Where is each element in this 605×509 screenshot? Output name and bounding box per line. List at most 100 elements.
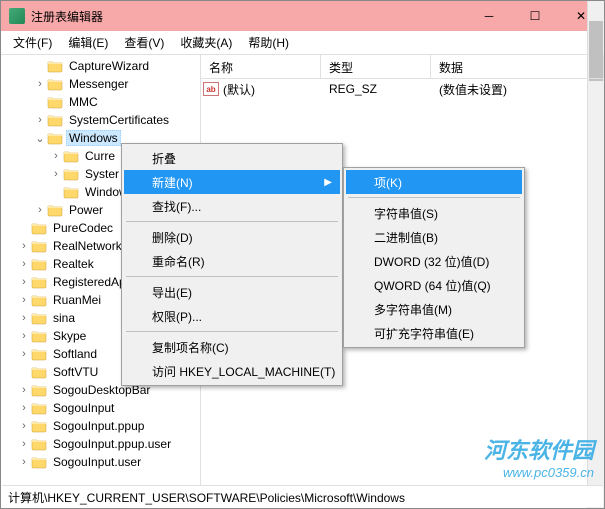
folder-icon (31, 293, 47, 307)
expand-icon[interactable]: › (33, 78, 47, 90)
folder-icon (63, 185, 79, 199)
expand-icon[interactable]: › (17, 330, 31, 342)
tree-item-label: SoftVTU (50, 364, 101, 380)
expand-icon[interactable]: › (17, 312, 31, 324)
menu-item[interactable]: 新建(N)▶ (124, 170, 340, 194)
tree-item-label: SogouInput (50, 400, 117, 416)
tree-item-label: Windows (66, 130, 121, 146)
expand-icon[interactable]: › (17, 258, 31, 270)
col-name[interactable]: 名称 (201, 55, 321, 78)
folder-icon (47, 203, 63, 217)
tree-item-label: Skype (50, 328, 89, 344)
statusbar: 计算机\HKEY_CURRENT_USER\SOFTWARE\Policies\… (2, 485, 603, 507)
menu-separator (126, 276, 338, 277)
folder-icon (47, 113, 63, 127)
value-type: REG_SZ (321, 82, 431, 96)
menu-item[interactable]: 重命名(R) (124, 249, 340, 273)
menu-item[interactable]: 可扩充字符串值(E) (346, 321, 522, 345)
expand-icon[interactable]: › (17, 420, 31, 432)
folder-icon (63, 149, 79, 163)
tree-item-label: Syster (82, 166, 122, 182)
tree-item-label: SogouInput.ppup.user (50, 436, 174, 452)
folder-icon (63, 167, 79, 181)
expand-icon[interactable]: › (49, 150, 63, 162)
menu-item[interactable]: 导出(E) (124, 280, 340, 304)
menu-item[interactable]: QWORD (64 位)值(Q) (346, 273, 522, 297)
menu-item[interactable]: 查看(V) (116, 31, 172, 54)
expand-icon[interactable]: › (17, 438, 31, 450)
menu-item[interactable]: 折叠 (124, 146, 340, 170)
expand-icon[interactable]: › (33, 204, 47, 216)
tree-item-label: PureCodec (50, 220, 116, 236)
col-type[interactable]: 类型 (321, 55, 431, 78)
minimize-button[interactable]: ─ (466, 1, 512, 31)
menu-item[interactable]: 字符串值(S) (346, 201, 522, 225)
maximize-button[interactable]: ☐ (512, 1, 558, 31)
tree-item[interactable]: › SogouInput.ppup.user (1, 435, 200, 453)
tree-item[interactable]: MMC (1, 93, 200, 111)
menu-item[interactable]: 文件(F) (5, 31, 60, 54)
menu-item[interactable]: 复制项名称(C) (124, 335, 340, 359)
expand-icon[interactable]: › (17, 384, 31, 396)
folder-icon (31, 239, 47, 253)
menu-item[interactable]: 多字符串值(M) (346, 297, 522, 321)
context-menu[interactable]: 折叠新建(N)▶查找(F)... 删除(D)重命名(R) 导出(E)权限(P)...… (121, 143, 343, 386)
tree-item-label: sina (50, 310, 78, 326)
tree-item-label: RealNetworks (50, 238, 131, 254)
folder-icon (31, 311, 47, 325)
tree-item-label: MMC (66, 94, 101, 110)
tree-item[interactable]: CaptureWizard (1, 57, 200, 75)
string-value-icon: ab (201, 82, 221, 96)
folder-icon (31, 329, 47, 343)
folder-icon (31, 221, 47, 235)
tree-item[interactable]: › SogouInput.user (1, 453, 200, 471)
folder-icon (31, 455, 47, 469)
folder-icon (31, 275, 47, 289)
tree-item-label: SogouInput.ppup (50, 418, 147, 434)
folder-icon (31, 401, 47, 415)
tree-item[interactable]: › SogouInput.ppup (1, 417, 200, 435)
expand-icon[interactable]: › (17, 402, 31, 414)
tree-item[interactable]: ›Messenger (1, 75, 200, 93)
menu-item[interactable]: 帮助(H) (240, 31, 297, 54)
expand-icon[interactable]: › (17, 276, 31, 288)
menu-item[interactable]: 访问 HKEY_LOCAL_MACHINE(T) (124, 359, 340, 383)
col-data[interactable]: 数据 (431, 55, 604, 78)
tree-item-label: Realtek (50, 256, 97, 272)
expand-icon[interactable]: › (49, 168, 63, 180)
menu-item[interactable]: 权限(P)... (124, 304, 340, 328)
tree-item-label: Curre (82, 148, 118, 164)
menu-item[interactable]: DWORD (32 位)值(D) (346, 249, 522, 273)
expand-icon[interactable]: ⌄ (33, 132, 47, 145)
expand-icon[interactable]: › (17, 348, 31, 360)
menu-separator (126, 221, 338, 222)
tree-item[interactable]: ›SystemCertificates (1, 111, 200, 129)
tree-item-label: SogouInput.user (50, 454, 144, 470)
app-icon (9, 8, 25, 24)
menu-item[interactable]: 编辑(E) (60, 31, 116, 54)
folder-icon (31, 419, 47, 433)
menu-item[interactable]: 删除(D) (124, 225, 340, 249)
list-row[interactable]: ab (默认) REG_SZ (数值未设置) (201, 79, 604, 99)
menu-item[interactable]: 收藏夹(A) (172, 31, 240, 54)
folder-icon (31, 437, 47, 451)
menubar: 文件(F)编辑(E)查看(V)收藏夹(A)帮助(H) (1, 31, 604, 55)
tree-item[interactable]: › SogouInput (1, 399, 200, 417)
expand-icon[interactable]: › (17, 456, 31, 468)
menu-item[interactable]: 项(K) (346, 170, 522, 194)
expand-icon[interactable]: › (33, 114, 47, 126)
expand-icon[interactable]: › (17, 240, 31, 252)
tree-item-label: CaptureWizard (66, 58, 152, 74)
window-title: 注册表编辑器 (31, 8, 466, 25)
value-name: (默认) (221, 81, 321, 98)
menu-item[interactable]: 查找(F)... (124, 194, 340, 218)
submenu-new[interactable]: 项(K) 字符串值(S)二进制值(B)DWORD (32 位)值(D)QWORD … (343, 167, 525, 348)
menu-item[interactable]: 二进制值(B) (346, 225, 522, 249)
expand-icon[interactable]: › (17, 294, 31, 306)
menu-separator (348, 197, 520, 198)
folder-icon (31, 347, 47, 361)
folder-icon (47, 59, 63, 73)
folder-icon (47, 77, 63, 91)
folder-icon (47, 95, 63, 109)
list-header: 名称 类型 数据 (201, 55, 604, 79)
